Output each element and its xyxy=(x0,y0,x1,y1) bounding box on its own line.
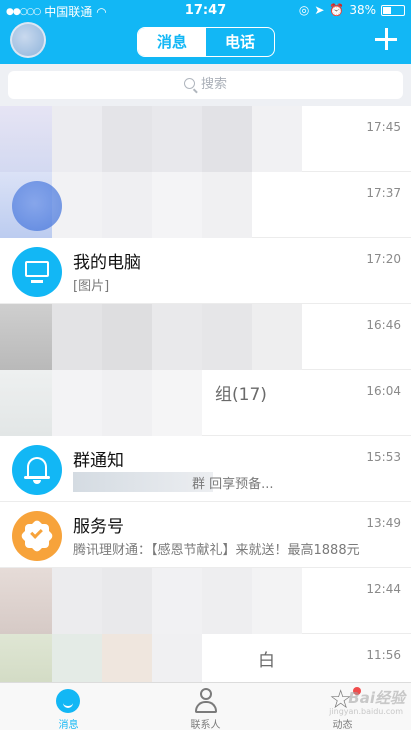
conversation-row[interactable]: 16:46 xyxy=(0,304,411,370)
blurred-content xyxy=(0,370,360,436)
tabbar-label: 消息 xyxy=(58,720,79,730)
service-avatar xyxy=(12,511,62,561)
add-plus-icon[interactable] xyxy=(373,26,399,52)
tabbar-contacts[interactable]: 联系人 xyxy=(137,683,274,730)
blurred-content xyxy=(0,304,360,370)
conversation-row[interactable]: 12:44 xyxy=(0,568,411,634)
conversation-row-group-notice[interactable]: 群通知 群 回享预备... 15:53 xyxy=(0,436,411,502)
conversation-time: 17:20 xyxy=(366,252,401,266)
conversation-row[interactable]: 白 11:56 xyxy=(0,634,411,682)
tabbar-messages[interactable]: 消息 xyxy=(0,683,137,730)
conversation-time: 16:46 xyxy=(366,318,401,332)
watermark: Bai经验 xyxy=(348,689,405,707)
watermark-url: jingyan.baidu.com xyxy=(329,707,403,716)
conversation-row[interactable]: 组(17) 16:04 xyxy=(0,370,411,436)
conversation-time: 16:04 xyxy=(366,384,401,398)
conversation-row[interactable]: 17:37 xyxy=(0,172,411,238)
conversation-time: 17:37 xyxy=(366,186,401,200)
tabbar-label: 动态 xyxy=(332,720,353,730)
alarm-icon: ⏰ xyxy=(329,3,345,17)
tab-calls[interactable]: 电话 xyxy=(206,28,274,56)
conversation-time: 12:44 xyxy=(366,582,401,596)
conversation-row[interactable]: 17:45 xyxy=(0,106,411,172)
search-placeholder: 搜索 xyxy=(200,77,227,92)
person-icon xyxy=(194,687,218,715)
blurred-content xyxy=(0,568,360,634)
tabbar-moments[interactable]: ☆ 动态 Bai经验 jingyan.baidu.com xyxy=(274,683,411,730)
tabbar-label: 联系人 xyxy=(190,720,221,730)
segmented-tabs: 消息 电话 xyxy=(137,27,275,57)
conversation-preview: 腾讯理财通：【感恩节献礼】来就送！最高1888元 xyxy=(73,543,360,558)
blurred-content xyxy=(0,106,360,172)
lock-rotation-icon: ◎ xyxy=(298,3,310,17)
battery-icon xyxy=(381,4,405,16)
group-notice-avatar xyxy=(12,445,62,495)
conversation-time: 15:53 xyxy=(366,450,401,464)
computer-avatar xyxy=(12,247,62,297)
conversation-title: 我的电脑 xyxy=(73,253,141,273)
conversation-list: 17:45 17:37 我的电脑 [图片] 17:20 16:46 组(17) … xyxy=(0,106,411,682)
bell-icon xyxy=(27,457,47,477)
bottom-tab-bar: 消息 联系人 ☆ 动态 Bai经验 jingyan.baidu.com xyxy=(0,682,411,730)
user-avatar[interactable] xyxy=(10,22,46,58)
conversation-title: 组(17) xyxy=(215,385,267,405)
search-bar[interactable]: 搜索 xyxy=(8,71,403,99)
status-bar: ●●○○○ 中国联通 ◠ 17:47 ◎ ➤ ⏰ 38% xyxy=(0,0,411,22)
location-icon: ➤ xyxy=(314,3,325,17)
blurred-avatar xyxy=(12,181,62,231)
tab-messages[interactable]: 消息 xyxy=(138,28,206,56)
monitor-icon xyxy=(25,261,49,277)
conversation-time: 11:56 xyxy=(366,648,401,662)
conversation-title: 群通知 xyxy=(73,451,124,471)
battery-percent: 38% xyxy=(349,3,376,17)
conversation-time: 17:45 xyxy=(366,120,401,134)
conversation-time: 13:49 xyxy=(366,516,401,530)
top-nav-bar: ●●○○○ 中国联通 ◠ 17:47 ◎ ➤ ⏰ 38% 消息 电话 xyxy=(0,0,411,64)
conversation-title: 服务号 xyxy=(73,517,124,537)
conversation-preview: 群 回享预备... xyxy=(192,477,274,492)
search-icon xyxy=(183,78,195,89)
conversation-row-my-computer[interactable]: 我的电脑 [图片] 17:20 xyxy=(0,238,411,304)
search-area: 搜索 xyxy=(0,64,411,106)
chat-bubble-icon xyxy=(56,689,80,713)
conversation-preview: [图片] xyxy=(73,279,110,294)
conversation-row-service[interactable]: 服务号 腾讯理财通：【感恩节献礼】来就送！最高1888元 13:49 xyxy=(0,502,411,568)
